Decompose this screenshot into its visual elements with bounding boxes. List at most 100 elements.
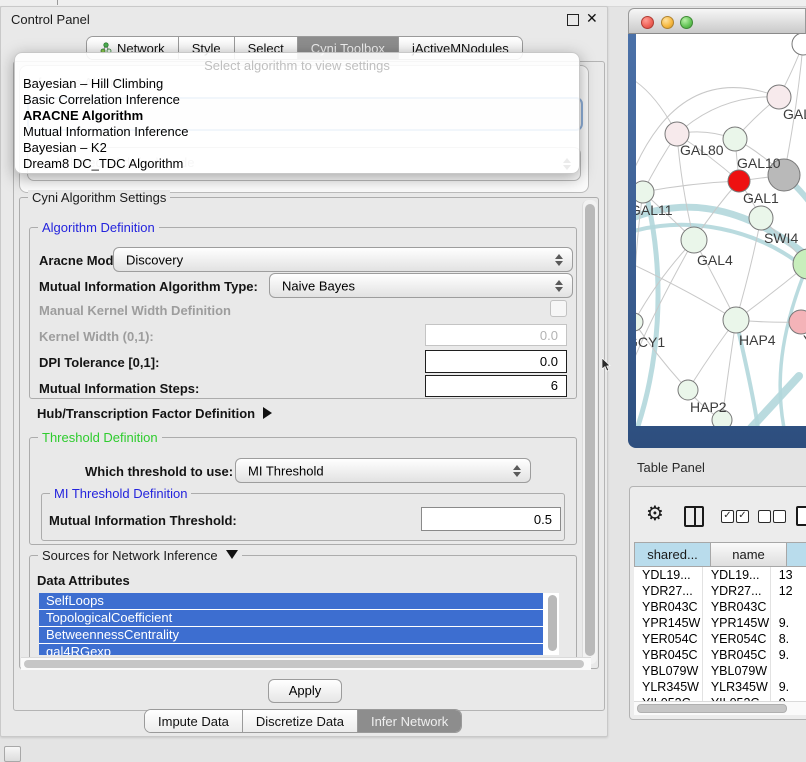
close-icon[interactable]: ✕	[586, 10, 598, 27]
manual-kernel-width-label: Manual Kernel Width Definition	[39, 303, 231, 318]
apply-button[interactable]: Apply	[268, 679, 342, 703]
document-icon[interactable]	[796, 506, 806, 526]
network-node-GAL4[interactable]	[681, 227, 707, 253]
attribute-list-scrollbar-thumb[interactable]	[548, 595, 557, 651]
control-panel-title: Control Panel	[11, 12, 90, 27]
minimize-traffic-light[interactable]	[661, 16, 674, 29]
table-row[interactable]: YDL19...YDL19...13	[634, 567, 806, 583]
deselect-all-checkbox-icon[interactable]	[773, 510, 786, 523]
table-horizontal-scrollbar-thumb[interactable]	[637, 704, 787, 713]
table-body: YDL19...YDL19...13YDR27...YDR27...12YBR0…	[634, 567, 806, 701]
column-header-shared...[interactable]: shared...	[634, 542, 711, 567]
node-label-GAL80: GAL80	[680, 142, 724, 158]
network-graph: GALGAL80GAL10GAL1GAL11SWI4GAL4GCY1HAP4YH…	[636, 34, 806, 426]
network-node-top-arc[interactable]	[792, 34, 806, 55]
mouse-cursor	[602, 358, 612, 372]
select-all-checkbox-icon[interactable]: ✓	[721, 510, 734, 523]
which-threshold-label: Which threshold to use:	[85, 464, 233, 479]
algorithm-option-aracne-algorithm[interactable]: ARACNE Algorithm	[21, 108, 573, 124]
tab-label: Infer Network	[371, 714, 448, 729]
threshold-definition-title: Threshold Definition	[38, 430, 162, 445]
table-cell: YBL079W	[634, 663, 703, 679]
data-attributes-label: Data Attributes	[37, 573, 130, 588]
table-cell: YBR045C	[634, 647, 703, 663]
dpi-tolerance-field[interactable]: 0.0	[425, 350, 567, 373]
bottom-tab-discretize-data[interactable]: Discretize Data	[243, 710, 358, 732]
table-row[interactable]: YBR043CYBR043C	[634, 599, 806, 615]
table-header-row: shared...name	[634, 542, 806, 567]
network-edge[interactable]	[643, 181, 739, 192]
algorithm-definition-title: Algorithm Definition	[38, 220, 159, 235]
node-label-GAL11: GAL11	[636, 202, 673, 218]
table-cell: 9.	[771, 679, 806, 695]
data-attribute-item[interactable]: TopologicalCoefficient	[39, 610, 543, 626]
mi-steps-field[interactable]: 6	[425, 375, 567, 397]
network-node-GAL1[interactable]	[728, 170, 750, 192]
table-row[interactable]: YBR045CYBR045C9.	[634, 647, 806, 663]
table-cell: YPR145W	[634, 615, 703, 631]
table-row[interactable]: YER054CYER054C8.	[634, 631, 806, 647]
table-horizontal-scrollbar	[634, 701, 806, 715]
network-window-titlebar[interactable]	[628, 8, 806, 34]
data-attribute-item[interactable]: SelfLoops	[39, 593, 543, 609]
network-edge[interactable]	[677, 97, 779, 134]
column-layout-icon[interactable]	[684, 506, 704, 527]
node-label-GCY1: GCY1	[636, 334, 665, 350]
table-row[interactable]: YPR145WYPR145W9.	[634, 615, 806, 631]
network-edge[interactable]	[636, 240, 694, 322]
algorithm-option-mutual-information-inference[interactable]: Mutual Information Inference	[21, 124, 573, 140]
network-node-GCY1[interactable]	[636, 313, 643, 331]
network-edge[interactable]	[636, 322, 688, 390]
panel-grip[interactable]	[4, 746, 21, 762]
tab-label: Discretize Data	[256, 714, 344, 729]
network-node-HAP2[interactable]	[678, 380, 698, 400]
table-cell: YDL19...	[703, 567, 771, 583]
select-all-checkbox-icon[interactable]: ✓	[736, 510, 749, 523]
algorithm-option-bayesian-k2[interactable]: Bayesian – K2	[21, 140, 573, 156]
close-traffic-light[interactable]	[641, 16, 654, 29]
table-row[interactable]: YDR27...YDR27...12	[634, 583, 806, 599]
algorithm-option-bayesian-hill-climbing[interactable]: Bayesian – Hill Climbing	[21, 76, 573, 92]
settings-vertical-scrollbar	[582, 200, 597, 664]
hub-definition-expander[interactable]: Hub/Transcription Factor Definition	[37, 406, 272, 421]
sources-expander[interactable]: Sources for Network Inference	[38, 548, 242, 563]
table-settings-gear-icon[interactable]: ⚙	[646, 504, 664, 524]
data-attribute-item[interactable]: gal4RGexp	[39, 644, 543, 655]
top-edge-tick	[57, 0, 58, 5]
settings-horizontal-scrollbar-thumb[interactable]	[24, 660, 584, 668]
algorithm-option-basic-correlation-inference[interactable]: Basic Correlation Inference	[21, 92, 573, 108]
table-cell	[771, 599, 806, 615]
float-window-icon[interactable]	[567, 14, 579, 26]
which-threshold-select[interactable]: MI Threshold	[235, 458, 531, 483]
network-node-GAL11[interactable]	[636, 181, 654, 203]
settings-horizontal-scrollbar	[21, 657, 591, 670]
network-edge[interactable]	[636, 264, 736, 320]
table-row[interactable]: YLR345WYLR345W9.	[634, 679, 806, 695]
zoom-traffic-light[interactable]	[680, 16, 693, 29]
table-row[interactable]: YBL079WYBL079W	[634, 663, 806, 679]
cyni-algorithm-settings-title: Cyni Algorithm Settings	[28, 190, 170, 205]
column-header-cut[interactable]	[787, 542, 806, 567]
mi-threshold-field[interactable]: 0.5	[421, 507, 561, 531]
mi-algorithm-type-value: Naive Bayes	[282, 278, 355, 293]
aracne-mode-value: Discovery	[126, 252, 183, 267]
network-canvas[interactable]: GALGAL80GAL10GAL1GAL11SWI4GAL4GCY1HAP4YH…	[636, 34, 806, 426]
deselect-all-checkbox-icon[interactable]	[758, 510, 771, 523]
mi-threshold-definition-title: MI Threshold Definition	[50, 486, 191, 501]
column-header-name[interactable]: name	[711, 542, 787, 567]
table-cell: YBR043C	[634, 599, 703, 615]
bottom-tab-infer-network[interactable]: Infer Network	[358, 710, 461, 732]
settings-vertical-scrollbar-thumb[interactable]	[585, 204, 595, 656]
algorithm-option-dream8-dc-tdc-algorithm[interactable]: Dream8 DC_TDC Algorithm	[21, 156, 573, 172]
network-node-GAL10[interactable]	[723, 127, 747, 151]
data-attribute-item[interactable]: BetweennessCentrality	[39, 627, 543, 643]
table-cell: YDL19...	[634, 567, 703, 583]
mi-algorithm-type-select[interactable]: Naive Bayes	[269, 273, 573, 298]
aracne-mode-select[interactable]: Discovery	[113, 247, 573, 272]
network-node-SWI4[interactable]	[749, 206, 773, 230]
node-label-GAL: GAL	[783, 106, 806, 122]
network-node-HAP4[interactable]	[723, 307, 749, 333]
table-cell: YLR345W	[703, 679, 771, 695]
bottom-tab-impute-data[interactable]: Impute Data	[145, 710, 243, 732]
combo-arrows-icon	[513, 465, 521, 477]
